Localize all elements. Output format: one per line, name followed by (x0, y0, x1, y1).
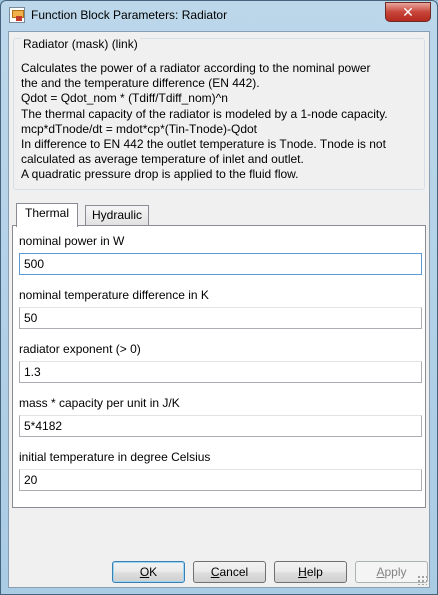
cancel-button[interactable]: Cancel (193, 561, 266, 583)
nominal-temp-diff-input[interactable] (19, 307, 422, 329)
close-button[interactable]: ✕ (385, 2, 431, 22)
mass-capacity-input[interactable] (19, 415, 422, 437)
apply-label-rest: pply (384, 565, 407, 579)
mask-description-group: Radiator (mask) (link) Calculates the po… (13, 37, 425, 190)
nominal-power-label: nominal power in W (19, 234, 125, 248)
resize-grip-icon[interactable] (417, 575, 427, 585)
radiator-exponent-label: radiator exponent (> 0) (19, 342, 141, 356)
ok-label-rest: K (149, 565, 158, 579)
dialog-window: Function Block Parameters: Radiator ✕ Ra… (0, 0, 438, 595)
nominal-temp-diff-label: nominal temperature difference in K (19, 288, 209, 302)
initial-temperature-input[interactable] (19, 469, 422, 491)
thermal-tab-panel: nominal power in W nominal temperature d… (12, 225, 426, 508)
title-bar[interactable]: Function Block Parameters: Radiator ✕ (1, 1, 437, 31)
nominal-power-input[interactable] (19, 253, 422, 275)
dialog-body: Radiator (mask) (link) Calculates the po… (8, 31, 430, 588)
ok-button[interactable]: OK (112, 561, 185, 583)
block-description: Calculates the power of a radiator accor… (21, 61, 388, 182)
radiator-exponent-input[interactable] (19, 361, 422, 383)
help-mnemonic: H (298, 565, 307, 579)
window-title: Function Block Parameters: Radiator (31, 8, 228, 22)
apply-mnemonic: A (376, 565, 385, 579)
tab-strip: Thermal Hydraulic (13, 203, 425, 227)
tab-hydraulic[interactable]: Hydraulic (85, 205, 150, 226)
group-title: Radiator (mask) (link) (21, 37, 140, 51)
help-button[interactable]: Help (274, 561, 347, 583)
ok-mnemonic: O (139, 565, 150, 579)
mass-capacity-label: mass * capacity per unit in J/K (19, 396, 180, 410)
help-label-rest: elp (306, 565, 323, 579)
tab-thermal[interactable]: Thermal (16, 203, 79, 227)
cancel-label-rest: ancel (219, 565, 249, 579)
app-icon (9, 7, 25, 23)
initial-temperature-label: initial temperature in degree Celsius (19, 450, 211, 464)
close-icon: ✕ (402, 4, 414, 20)
